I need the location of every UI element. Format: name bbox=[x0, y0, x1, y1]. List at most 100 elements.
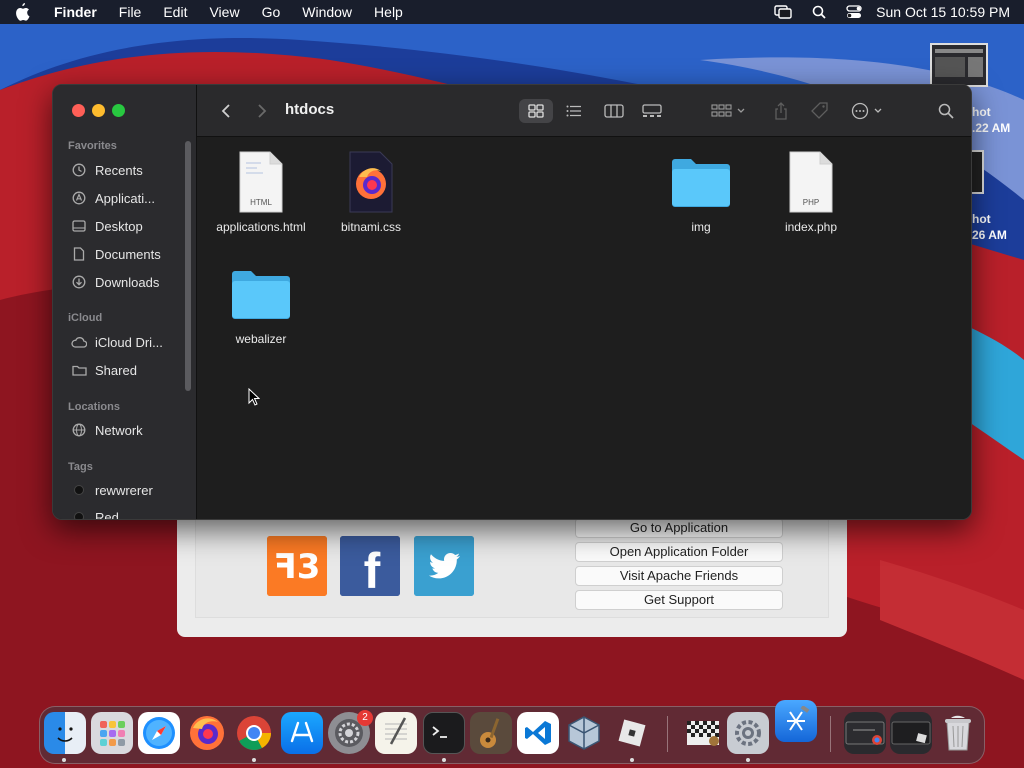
php-file-icon: PHP bbox=[779, 150, 843, 214]
menu-edit[interactable]: Edit bbox=[163, 4, 187, 20]
go-to-application-button[interactable]: Go to Application bbox=[575, 518, 783, 538]
dock-chrome-icon[interactable] bbox=[233, 712, 275, 754]
dock-trash-icon[interactable] bbox=[937, 712, 979, 754]
menu-window[interactable]: Window bbox=[302, 4, 352, 20]
sidebar-scrollbar[interactable] bbox=[185, 141, 191, 391]
facebook-logo[interactable]: f bbox=[340, 536, 400, 599]
dock-separator bbox=[667, 716, 668, 752]
sidebar-section-icloud: iCloud bbox=[68, 312, 103, 324]
menu-finder[interactable]: Finder bbox=[54, 4, 97, 20]
group-by-button[interactable] bbox=[709, 99, 749, 123]
dock-xcode-icon[interactable] bbox=[775, 700, 817, 742]
sidebar-item-recents[interactable]: Recents bbox=[63, 158, 181, 182]
window-title: htdocs bbox=[285, 101, 335, 118]
sidebar-item-downloads[interactable]: Downloads bbox=[63, 270, 181, 294]
sidebar-item-label: Shared bbox=[95, 362, 137, 378]
get-support-button[interactable]: Get Support bbox=[575, 590, 783, 610]
file-browser-area[interactable]: HTML applications.html bitnami.css img P… bbox=[197, 138, 971, 519]
dock-window-icon[interactable] bbox=[890, 712, 932, 754]
file-name: webalizer bbox=[235, 332, 287, 346]
back-button[interactable] bbox=[217, 99, 235, 123]
tag-dot-icon bbox=[71, 482, 87, 498]
forward-button[interactable] bbox=[253, 99, 271, 123]
dock-terminal-icon[interactable] bbox=[423, 712, 465, 754]
zoom-button[interactable] bbox=[112, 104, 125, 117]
svg-text:HTML: HTML bbox=[250, 198, 272, 207]
twitter-logo[interactable] bbox=[414, 536, 474, 596]
sidebar-item-network[interactable]: Network bbox=[63, 418, 181, 442]
column-view-button[interactable] bbox=[601, 99, 627, 123]
grid-icon bbox=[528, 104, 544, 118]
screen-mirroring-icon[interactable] bbox=[774, 5, 792, 19]
action-menu-button[interactable] bbox=[849, 99, 889, 123]
xampp-logo[interactable]: ꟻ3 bbox=[267, 536, 327, 596]
menu-go[interactable]: Go bbox=[262, 4, 281, 20]
dock-virtualbox-icon[interactable] bbox=[563, 712, 605, 754]
close-button[interactable] bbox=[72, 104, 85, 117]
search-icon[interactable] bbox=[812, 5, 826, 19]
minimize-button[interactable] bbox=[92, 104, 105, 117]
desktop-item-label: hot 26 AM bbox=[972, 212, 1007, 242]
dock-running-indicator bbox=[746, 758, 750, 762]
sidebar-item-label: Downloads bbox=[95, 274, 160, 290]
folder-item[interactable]: img bbox=[646, 150, 756, 234]
folder-item[interactable]: webalizer bbox=[206, 262, 316, 346]
group-icon bbox=[711, 104, 745, 117]
search-button[interactable] bbox=[935, 99, 957, 123]
finder-sidebar: Favorites Recents Applicati... Desktop D… bbox=[53, 85, 196, 520]
dock-instruments-icon[interactable] bbox=[470, 712, 512, 754]
list-view-button[interactable] bbox=[561, 99, 587, 123]
visit-apache-friends-button[interactable]: Visit Apache Friends bbox=[575, 566, 783, 586]
control-center-icon[interactable] bbox=[846, 5, 862, 19]
sidebar-item-documents[interactable]: Documents bbox=[63, 242, 181, 266]
dock-preview-window-icon[interactable] bbox=[844, 712, 886, 754]
sidebar-item-label: Network bbox=[95, 422, 143, 438]
columns-icon bbox=[604, 104, 624, 118]
dock-launchpad-icon[interactable] bbox=[91, 712, 133, 754]
screenshot-thumbnail[interactable] bbox=[930, 43, 988, 87]
file-item[interactable]: PHP index.php bbox=[756, 150, 866, 234]
sidebar-item-label: Red bbox=[95, 509, 119, 520]
dock-app-store-icon[interactable] bbox=[281, 712, 323, 754]
sidebar-item-tag-rewwrerer[interactable]: rewwrerer bbox=[63, 478, 181, 502]
folder-icon bbox=[229, 262, 293, 326]
menu-clock[interactable]: Sun Oct 15 10:59 PM bbox=[876, 4, 1010, 20]
clock-icon bbox=[71, 162, 87, 178]
gallery-icon bbox=[642, 104, 662, 117]
dock-running-indicator bbox=[252, 758, 256, 762]
gallery-view-button[interactable] bbox=[639, 99, 665, 123]
dock-chess-icon[interactable] bbox=[682, 712, 724, 754]
shared-folder-icon bbox=[71, 362, 87, 378]
tags-button[interactable] bbox=[809, 99, 831, 123]
dock-safari-icon[interactable] bbox=[138, 712, 180, 754]
svg-text:PHP: PHP bbox=[803, 198, 819, 207]
menu-help[interactable]: Help bbox=[374, 4, 403, 20]
apple-icon[interactable] bbox=[14, 3, 32, 21]
search-icon bbox=[938, 103, 954, 119]
dock-settings-icon[interactable] bbox=[727, 712, 769, 754]
folder-icon bbox=[669, 150, 733, 214]
download-icon bbox=[71, 274, 87, 290]
icon-view-button[interactable] bbox=[519, 99, 553, 123]
dock-roblox-icon[interactable] bbox=[611, 712, 653, 754]
sidebar-item-shared[interactable]: Shared bbox=[63, 358, 181, 382]
sidebar-item-tag-red[interactable]: Red bbox=[63, 505, 181, 520]
file-item[interactable]: bitnami.css bbox=[316, 150, 426, 234]
sidebar-item-applications[interactable]: Applicati... bbox=[63, 186, 181, 210]
share-button[interactable] bbox=[771, 99, 791, 123]
dock-vscode-icon[interactable] bbox=[517, 712, 559, 754]
finder-window: Favorites Recents Applicati... Desktop D… bbox=[52, 84, 972, 520]
dock-running-indicator bbox=[630, 758, 634, 762]
document-icon bbox=[71, 246, 87, 262]
sidebar-item-icloud-drive[interactable]: iCloud Dri... bbox=[63, 330, 181, 354]
menu-view[interactable]: View bbox=[209, 4, 239, 20]
dock-running-indicator bbox=[62, 758, 66, 762]
menu-file[interactable]: File bbox=[119, 4, 142, 20]
open-application-folder-button[interactable]: Open Application Folder bbox=[575, 542, 783, 562]
dock-textedit-icon[interactable] bbox=[375, 712, 417, 754]
file-item[interactable]: HTML applications.html bbox=[206, 150, 316, 234]
dock-firefox-icon[interactable] bbox=[186, 712, 228, 754]
dock-finder-icon[interactable] bbox=[44, 712, 86, 754]
sidebar-item-desktop[interactable]: Desktop bbox=[63, 214, 181, 238]
file-name: bitnami.css bbox=[340, 220, 402, 234]
